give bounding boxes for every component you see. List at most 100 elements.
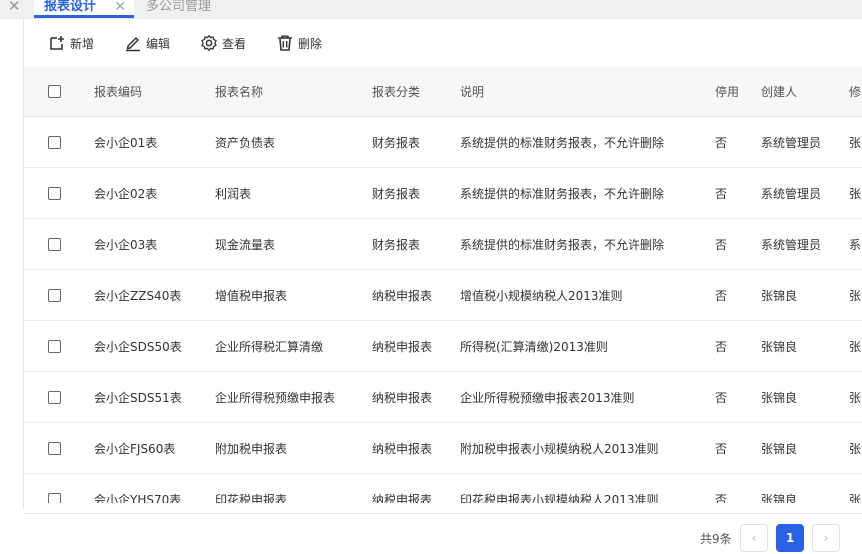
table-row[interactable]: 会小企YHS70表 印花税申报表 纳税申报表 印花税申报表小规模纳税人2013准… [24,474,862,503]
cell-modifier: 张 [849,492,862,504]
cell-modifier: 系 [849,237,862,252]
tab-multi-company[interactable]: 多公司管理 [136,0,221,18]
cell-creator: 系统管理员 [761,135,822,150]
cell-category: 纳税申报表 [372,339,433,354]
cell-description: 系统提供的标准财务报表，不允许删除 [460,135,665,150]
row-checkbox[interactable] [48,441,61,455]
cell-modifier: 张 [849,288,862,303]
cell-creator: 系统管理员 [761,186,822,201]
tab-report-design[interactable]: 报表设计 ✕ [34,0,134,18]
table-row[interactable]: 会小企01表 资产负债表 财务报表 系统提供的标准财务报表，不允许删除 否 系统… [24,117,862,168]
column-header-modifier[interactable]: 修 [849,67,861,116]
cell-disabled: 否 [715,390,728,405]
row-checkbox[interactable] [48,492,61,503]
close-icon[interactable]: ✕ [8,0,21,15]
table-row[interactable]: 会小企03表 现金流量表 财务报表 系统提供的标准财务报表，不允许删除 否 系统… [24,219,862,270]
cell-modifier: 张 [849,339,862,354]
table-header: 报表编码 报表名称 报表分类 说明 停用 创建人 修 [24,67,862,117]
cell-modifier: 张 [849,390,862,405]
cell-description: 印花税申报表小规模纳税人2013准则 [460,492,659,504]
cell-code: 会小企FJS60表 [94,441,176,456]
cell-category: 纳税申报表 [372,288,433,303]
table-row[interactable]: 会小企SDS50表 企业所得税汇算清缴 纳税申报表 所得税(汇算清缴)2013准… [24,321,862,372]
row-checkbox-cell[interactable] [48,423,61,473]
row-checkbox-cell[interactable] [48,372,61,422]
cell-category: 财务报表 [372,186,421,201]
table-row[interactable]: 会小企SDS51表 企业所得税预缴申报表 纳税申报表 企业所得税预缴申报表201… [24,372,862,423]
cell-category: 财务报表 [372,237,421,252]
cell-disabled: 否 [715,492,728,504]
delete-label: 删除 [298,36,323,51]
row-checkbox-cell[interactable] [48,219,61,269]
column-header-code[interactable]: 报表编码 [94,67,142,116]
row-checkbox[interactable] [48,288,61,302]
tab-label: 报表设计 [44,0,97,14]
cell-code: 会小企SDS51表 [94,390,182,405]
cell-creator: 张锦良 [761,441,798,456]
row-checkbox[interactable] [48,135,61,149]
chevron-right-icon: › [823,531,829,545]
cell-category: 财务报表 [372,135,421,150]
report-table: 报表编码 报表名称 报表分类 说明 停用 创建人 修 会小企01表 资产负债表 … [24,67,862,503]
cell-disabled: 否 [715,186,728,201]
row-checkbox-cell[interactable] [48,321,61,371]
table-row[interactable]: 会小企FJS60表 附加税申报表 纳税申报表 附加税申报表小规模纳税人2013准… [24,423,862,474]
close-icon[interactable]: ✕ [114,0,126,18]
row-checkbox[interactable] [48,186,61,200]
trash-icon [278,35,292,51]
cell-creator: 系统管理员 [761,237,822,252]
cell-disabled: 否 [715,237,728,252]
select-all-checkbox[interactable] [48,85,61,98]
new-button[interactable]: 新增 [48,32,94,54]
toolbar: 新增 编辑 查看 删除 [24,20,862,66]
column-header-name[interactable]: 报表名称 [215,67,263,116]
row-checkbox[interactable] [48,237,61,251]
cell-name: 附加税申报表 [215,441,288,456]
delete-button[interactable]: 删除 [276,32,322,54]
cell-creator: 张锦良 [761,339,798,354]
column-header-description[interactable]: 说明 [460,67,484,116]
cell-disabled: 否 [715,288,728,303]
view-label: 查看 [222,36,247,51]
next-page-button[interactable]: › [812,524,840,552]
cell-description: 系统提供的标准财务报表，不允许删除 [460,237,665,252]
cell-name: 资产负债表 [215,135,276,150]
cell-disabled: 否 [715,135,728,150]
cell-code: 会小企01表 [94,135,158,150]
table-row[interactable]: 会小企02表 利润表 财务报表 系统提供的标准财务报表，不允许删除 否 系统管理… [24,168,862,219]
select-all-checkbox-cell[interactable] [48,67,61,116]
cell-category: 纳税申报表 [372,492,433,504]
cell-description: 增值税小规模纳税人2013准则 [460,288,623,303]
edit-label: 编辑 [146,36,171,51]
prev-page-button[interactable]: ‹ [740,524,768,552]
cell-name: 增值税申报表 [215,288,288,303]
row-checkbox[interactable] [48,339,61,353]
cell-description: 所得税(汇算清缴)2013准则 [460,339,608,354]
edit-button[interactable]: 编辑 [124,32,170,54]
column-header-category[interactable]: 报表分类 [372,67,420,116]
cell-name: 现金流量表 [215,237,276,252]
cell-code: 会小企ZZS40表 [94,288,182,303]
row-checkbox-cell[interactable] [48,168,61,218]
row-checkbox-cell[interactable] [48,474,61,503]
pagination-total: 共9条 [700,531,732,546]
cell-code: 会小企YHS70表 [94,492,182,504]
new-label: 新增 [70,36,95,51]
tab-bar: ✕ 报表设计 ✕ 多公司管理 [0,0,862,19]
page-number-button[interactable]: 1 [776,524,804,552]
footer-divider [24,513,862,514]
cell-name: 印花税申报表 [215,492,288,504]
row-checkbox-cell[interactable] [48,270,61,320]
cell-name: 企业所得税汇算清缴 [215,339,324,354]
row-checkbox[interactable] [48,390,61,404]
row-checkbox-cell[interactable] [48,117,61,167]
chevron-left-icon: ‹ [751,531,757,545]
gear-icon [201,34,217,52]
column-header-creator[interactable]: 创建人 [761,67,797,116]
table-row[interactable]: 会小企ZZS40表 增值税申报表 纳税申报表 增值税小规模纳税人2013准则 否… [24,270,862,321]
column-header-disabled[interactable]: 停用 [715,67,739,116]
view-button[interactable]: 查看 [200,32,246,54]
cell-disabled: 否 [715,441,728,456]
cell-creator: 张锦良 [761,492,798,504]
cell-description: 系统提供的标准财务报表，不允许删除 [460,186,665,201]
